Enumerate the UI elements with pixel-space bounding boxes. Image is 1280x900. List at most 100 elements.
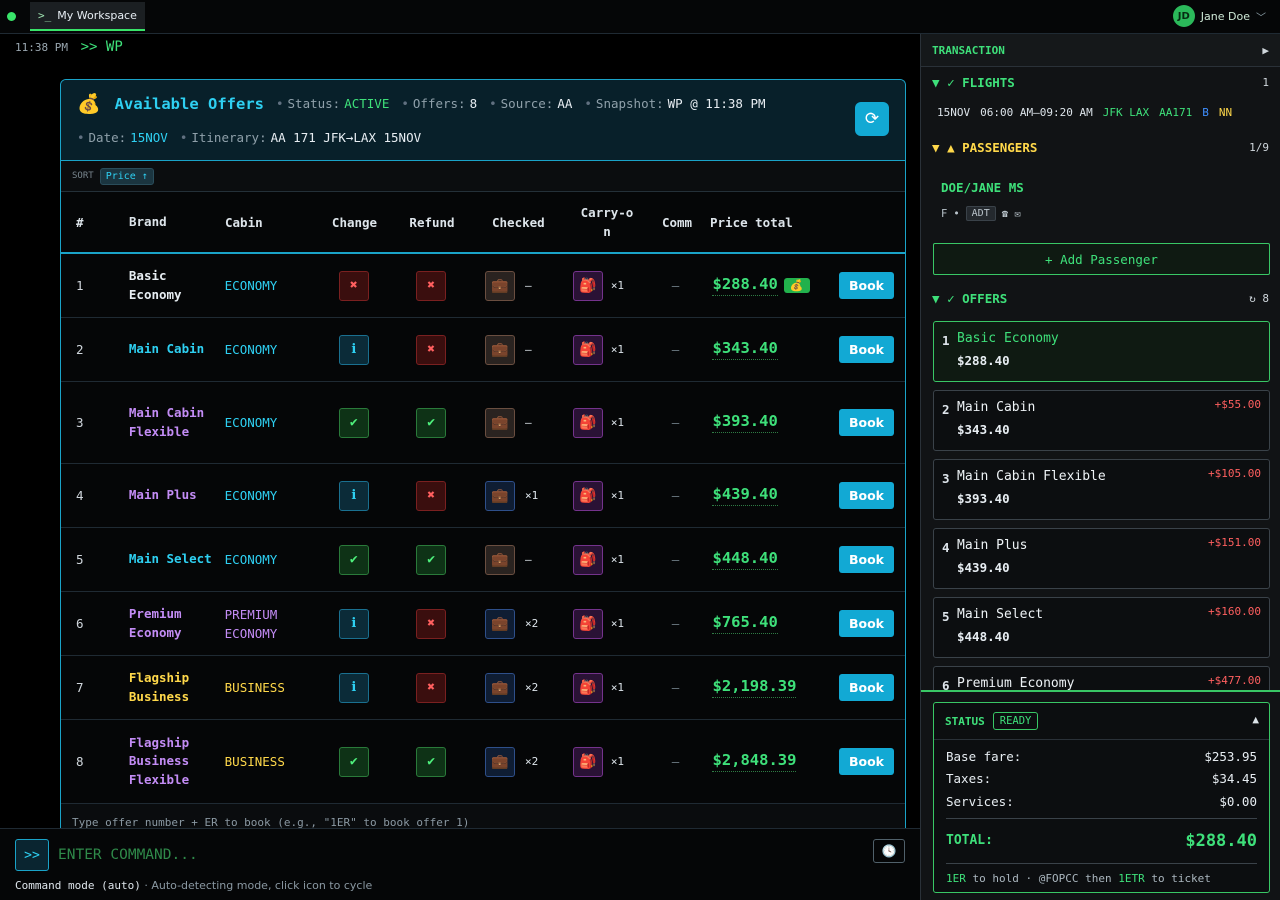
col-brand[interactable]: Brand xyxy=(117,213,217,232)
cabin-class: PREMIUM ECONOMY xyxy=(224,606,278,641)
book-button[interactable]: Book xyxy=(838,336,895,363)
table-row[interactable]: 7 Flagship Business BUSINESS i ✖ 💼 ×2 🎒 ×1 — $2,19… xyxy=(61,656,905,720)
offer-card-price: $439.40 xyxy=(957,560,1010,575)
col-carry-on[interactable]: Carry-on xyxy=(562,203,652,241)
collapse-sidebar-icon[interactable]: ▶ xyxy=(1262,44,1269,57)
book-button[interactable]: Book xyxy=(838,610,895,637)
offers-section-header[interactable]: ▼ ✓ OFFERS ↻ 8 xyxy=(921,291,1280,306)
table-row[interactable]: 2 Main Cabin ECONOMY i ✖ 💼 – 🎒 ×1 — $343.40 Book xyxy=(61,318,905,382)
table-row[interactable]: 3 Main Cabin Flexible ECONOMY ✔ ✔ 💼 – 🎒 ×1 — $393.… xyxy=(61,382,905,464)
row-number: 8 xyxy=(76,754,84,769)
book-button[interactable]: Book xyxy=(838,748,895,775)
table-header: # Brand Cabin Change Refund Checked Carr… xyxy=(61,192,905,254)
col-comm[interactable]: Comm xyxy=(652,215,702,230)
price-total[interactable]: $448.40 xyxy=(712,549,778,570)
change-x-icon[interactable]: ✖ xyxy=(338,270,369,301)
refund-x-icon[interactable]: ✖ xyxy=(416,270,447,301)
col-checked[interactable]: Checked xyxy=(472,215,562,230)
warning-icon: ▲ xyxy=(947,140,955,155)
refresh-button[interactable]: ⟳ xyxy=(855,102,889,136)
collapse-caret-icon[interactable]: ▲ xyxy=(1252,713,1259,726)
price-total[interactable]: $765.40 xyxy=(712,613,778,634)
carry-on-qty: ×1 xyxy=(610,553,625,566)
add-passenger-button[interactable]: + Add Passenger xyxy=(933,243,1270,275)
price-total[interactable]: $2,198.39 xyxy=(712,677,797,698)
book-button[interactable]: Book xyxy=(838,482,895,509)
carry-on-bag-icon: 🎒 xyxy=(572,608,603,639)
col-refund[interactable]: Refund xyxy=(392,215,472,230)
change-info-icon[interactable]: i xyxy=(338,334,369,365)
sidebar-header: TRANSACTION ▶ xyxy=(921,34,1280,67)
refund-check-icon[interactable]: ✔ xyxy=(416,544,447,575)
flight-segment[interactable]: 15NOV 06:00 AM–09:20 AM JFK LAX AA171 B … xyxy=(937,106,1232,119)
brand-name: Main Cabin Flexible xyxy=(128,405,205,439)
price-total[interactable]: $288.40 xyxy=(712,275,778,296)
carry-on-qty: ×1 xyxy=(610,279,625,292)
change-info-icon[interactable]: i xyxy=(338,480,369,511)
price-total[interactable]: $343.40 xyxy=(712,339,778,360)
table-row[interactable]: 1 Basic Economy ECONOMY ✖ ✖ 💼 – 🎒 ×1 — $288.40 💰 Boo… xyxy=(61,254,905,318)
change-info-icon[interactable]: i xyxy=(338,672,369,703)
change-info-icon[interactable]: i xyxy=(338,608,369,639)
user-menu[interactable]: JD Jane Doe ﹀ xyxy=(1172,5,1266,27)
passenger-name[interactable]: DOE/JANE MS xyxy=(941,180,1024,195)
price-total[interactable]: $393.40 xyxy=(712,412,778,433)
offers-panel-header: 💰 Available Offers • Status: ACTIVE • Offer… xyxy=(61,80,905,161)
cheapest-badge-icon: 💰 xyxy=(783,278,810,293)
offer-card[interactable]: 4 Main Plus $439.40 +$151.00 xyxy=(933,528,1270,589)
history-button[interactable]: 🕓 xyxy=(873,839,905,863)
status-header[interactable]: STATUS READY ▲ xyxy=(934,703,1269,740)
terminal-icon: >_ xyxy=(38,9,52,22)
refund-x-icon[interactable]: ✖ xyxy=(416,608,447,639)
change-check-icon[interactable]: ✔ xyxy=(338,544,369,575)
table-row[interactable]: 6 Premium Economy PREMIUM ECONOMY i ✖ 💼 ×2 🎒 ×1 —… xyxy=(61,592,905,656)
offer-card[interactable]: 1 Basic Economy $288.40 xyxy=(933,321,1270,382)
workspace-tab[interactable]: >_ My Workspace xyxy=(30,2,145,31)
price-total[interactable]: $2,848.39 xyxy=(712,751,797,772)
total-row: TOTAL: $288.40 xyxy=(946,830,1257,851)
col-price-total[interactable]: Price total xyxy=(702,215,824,230)
offer-card-price: $288.40 xyxy=(957,353,1010,368)
sort-label: SORT xyxy=(72,171,94,181)
refund-x-icon[interactable]: ✖ xyxy=(416,334,447,365)
expand-caret-icon: ▼ xyxy=(932,140,940,155)
command-mode-desc: · Auto-detecting mode, click icon to cyc… xyxy=(140,879,373,892)
refund-x-icon[interactable]: ✖ xyxy=(416,672,447,703)
passenger-type-badge: ADT xyxy=(965,206,996,221)
price-total[interactable]: $439.40 xyxy=(712,485,778,506)
change-check-icon[interactable]: ✔ xyxy=(338,407,369,438)
meta-snapshot: • Snapshot: WP @ 11:38 PM xyxy=(584,96,766,111)
offer-card-price: $393.40 xyxy=(957,491,1010,506)
offer-card[interactable]: 2 Main Cabin $343.40 +$55.00 xyxy=(933,390,1270,451)
change-check-icon[interactable]: ✔ xyxy=(338,746,369,777)
passengers-section-header[interactable]: ▼ ▲ PASSENGERS 1/9 xyxy=(921,140,1280,155)
carry-on-qty: ×1 xyxy=(610,416,625,429)
book-button[interactable]: Book xyxy=(838,546,895,573)
book-button[interactable]: Book xyxy=(838,272,895,299)
offer-card-list[interactable]: 1 Basic Economy $288.40 2 Main Cabin $343.40 +… xyxy=(933,321,1270,692)
command-mode-button[interactable]: >> xyxy=(15,839,49,871)
book-button[interactable]: Book xyxy=(838,409,895,436)
table-row[interactable]: 5 Main Select ECONOMY ✔ ✔ 💼 – 🎒 ×1 — $448.40 Book xyxy=(61,528,905,592)
col-change[interactable]: Change xyxy=(317,215,392,230)
table-row[interactable]: 4 Main Plus ECONOMY i ✖ 💼 ×1 🎒 ×1 — $439.40 Book xyxy=(61,464,905,528)
flights-section-header[interactable]: ▼ ✓ FLIGHTS 1 xyxy=(921,75,1280,90)
col-num[interactable]: # xyxy=(61,215,117,230)
table-row[interactable]: 8 Flagship Business Flexible BUSINESS ✔ ✔ 💼 ×2… xyxy=(61,720,905,804)
refund-check-icon[interactable]: ✔ xyxy=(416,407,447,438)
book-button[interactable]: Book xyxy=(838,674,895,701)
no-checked-bag-icon: 💼 xyxy=(485,334,516,365)
offer-card-price-diff: +$477.00 xyxy=(1208,674,1261,687)
refund-check-icon[interactable]: ✔ xyxy=(416,746,447,777)
sort-price-chip[interactable]: Price ↑ xyxy=(99,167,154,185)
brand-name: Main Select xyxy=(128,551,212,567)
refund-x-icon[interactable]: ✖ xyxy=(416,480,447,511)
row-number: 6 xyxy=(76,616,84,631)
offer-card[interactable]: 3 Main Cabin Flexible $393.40 +$105.00 xyxy=(933,459,1270,520)
offer-card[interactable]: 6Premium Economy$765.40+$477.00 xyxy=(933,666,1270,692)
col-cabin[interactable]: Cabin xyxy=(217,213,317,232)
money-bag-icon: 💰 xyxy=(77,93,101,115)
offer-card[interactable]: 5 Main Select $448.40 +$160.00 xyxy=(933,597,1270,658)
pricing-status-box: STATUS READY ▲ Base fare: $253.95 Taxes: $… xyxy=(933,702,1270,893)
command-input[interactable] xyxy=(58,839,858,871)
